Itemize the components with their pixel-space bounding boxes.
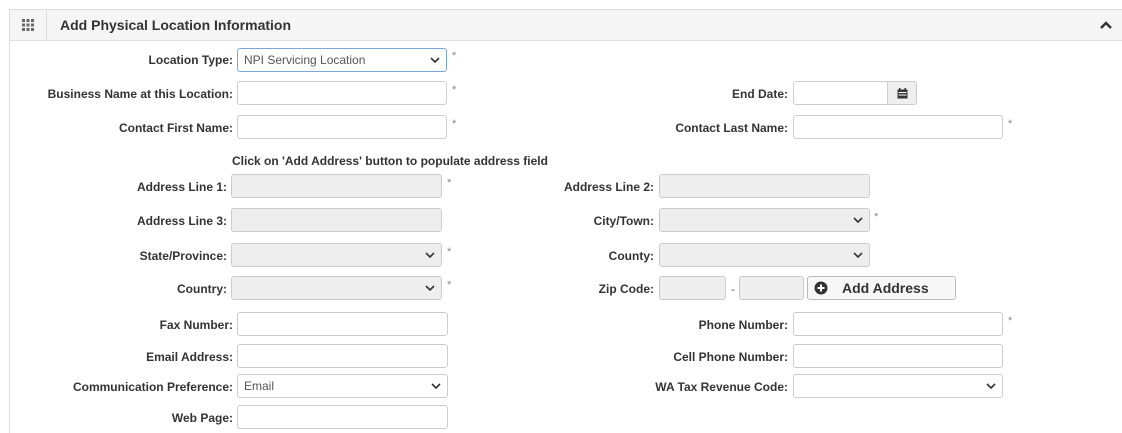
business-name-input[interactable] bbox=[237, 81, 447, 105]
communication-preference-label: Communication Preference: bbox=[72, 380, 233, 394]
cell-phone-number-label: Cell Phone Number: bbox=[673, 350, 788, 364]
address-instruction-note: Click on 'Add Address' button to populat… bbox=[232, 154, 548, 168]
required-marker: * bbox=[447, 177, 452, 189]
address-line-1-input[interactable] bbox=[231, 174, 442, 198]
chevron-down-icon bbox=[425, 285, 435, 292]
web-page-label: Web Page: bbox=[171, 411, 233, 425]
required-marker: * bbox=[874, 211, 879, 223]
required-marker: * bbox=[452, 50, 457, 62]
required-marker: * bbox=[452, 84, 457, 96]
address-line-3-input[interactable] bbox=[231, 208, 442, 232]
chevron-down-icon bbox=[425, 252, 435, 259]
communication-preference-value: Email bbox=[244, 379, 275, 393]
state-province-select[interactable] bbox=[231, 243, 442, 267]
add-address-label: Add Address bbox=[842, 280, 929, 296]
contact-first-name-label: Contact First Name: bbox=[118, 121, 233, 135]
address-line-2-input[interactable] bbox=[659, 174, 870, 198]
required-marker: * bbox=[447, 279, 452, 291]
location-type-select[interactable]: NPI Servicing Location bbox=[237, 48, 447, 72]
location-type-label: Location Type: bbox=[148, 53, 233, 67]
fax-number-label: Fax Number: bbox=[159, 318, 233, 332]
country-select[interactable] bbox=[231, 276, 442, 300]
email-address-input[interactable] bbox=[237, 344, 448, 368]
county-label: County: bbox=[608, 249, 654, 263]
wa-tax-revenue-code-select[interactable] bbox=[793, 374, 1003, 398]
location-type-value: NPI Servicing Location bbox=[244, 53, 366, 67]
chevron-down-icon bbox=[430, 57, 440, 64]
chevron-up-icon[interactable] bbox=[1099, 18, 1113, 32]
calendar-icon[interactable] bbox=[888, 81, 917, 105]
required-marker: * bbox=[1008, 118, 1013, 130]
address-line-3-label: Address Line 3: bbox=[136, 214, 227, 228]
chevron-down-icon bbox=[986, 383, 996, 390]
contact-last-name-label: Contact Last Name: bbox=[675, 121, 788, 135]
zip-code-input[interactable] bbox=[659, 276, 726, 300]
state-province-label: State/Province: bbox=[139, 249, 227, 263]
required-marker: * bbox=[447, 246, 452, 258]
country-label: Country: bbox=[177, 282, 227, 296]
zip-separator: - bbox=[731, 282, 735, 296]
web-page-input[interactable] bbox=[237, 405, 448, 429]
required-marker: * bbox=[1008, 315, 1013, 327]
zip-code-ext-input[interactable] bbox=[739, 276, 804, 300]
email-address-label: Email Address: bbox=[146, 350, 233, 364]
contact-first-name-input[interactable] bbox=[237, 115, 447, 139]
address-line-1-label: Address Line 1: bbox=[136, 180, 227, 194]
address-line-2-label: Address Line 2: bbox=[563, 180, 654, 194]
end-date-input[interactable] bbox=[793, 81, 888, 105]
fax-number-input[interactable] bbox=[237, 312, 448, 336]
phone-number-input[interactable] bbox=[793, 312, 1003, 336]
zip-code-label: Zip Code: bbox=[598, 282, 654, 296]
cell-phone-number-input[interactable] bbox=[793, 344, 1003, 368]
end-date-label: End Date: bbox=[731, 87, 788, 101]
panel-header: Add Physical Location Information bbox=[10, 10, 1122, 41]
plus-circle-icon bbox=[814, 281, 828, 295]
contact-last-name-input[interactable] bbox=[793, 115, 1003, 139]
chevron-down-icon bbox=[853, 217, 863, 224]
business-name-label: Business Name at this Location: bbox=[47, 87, 233, 101]
city-town-label: City/Town: bbox=[593, 214, 654, 228]
communication-preference-select[interactable]: Email bbox=[237, 374, 448, 398]
city-town-select[interactable] bbox=[659, 208, 870, 232]
required-marker: * bbox=[452, 118, 457, 130]
wa-tax-revenue-code-label: WA Tax Revenue Code: bbox=[655, 380, 788, 394]
chevron-down-icon bbox=[431, 383, 441, 390]
grid-icon[interactable] bbox=[10, 10, 47, 40]
phone-number-label: Phone Number: bbox=[698, 318, 788, 332]
county-select[interactable] bbox=[659, 243, 870, 267]
add-address-button[interactable]: Add Address bbox=[807, 276, 956, 300]
chevron-down-icon bbox=[853, 252, 863, 259]
panel-title: Add Physical Location Information bbox=[60, 17, 292, 33]
